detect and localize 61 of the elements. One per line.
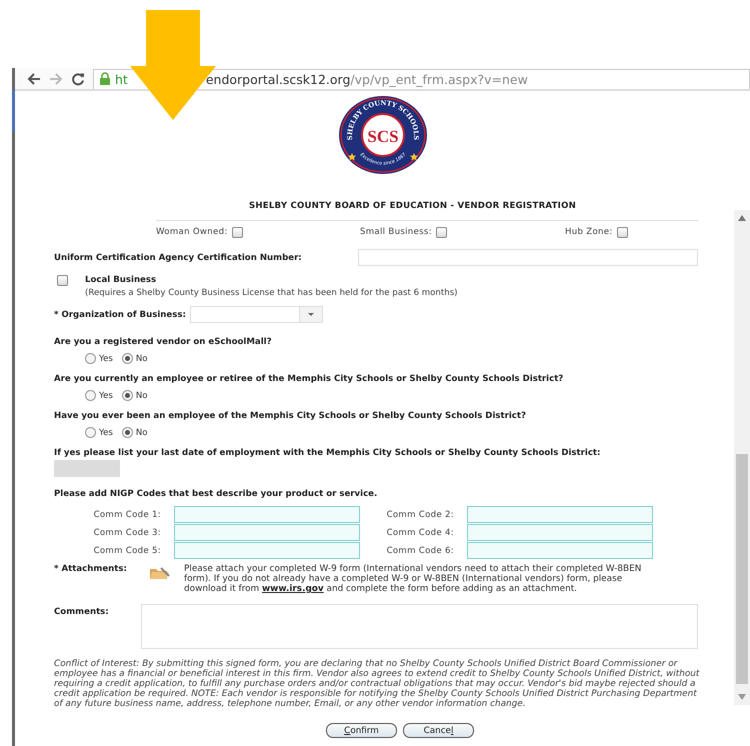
instruction-text: Please attach your completed W-9 form (International vendors need to attach their completed W-8BEN form). If you do not already have a completed W-9 or W-8BEN (International vendors) form, please download it from www.irs.gov and complete the form before adding as an attachment. [184, 564, 642, 594]
form-button[interactable]: Cancel [403, 723, 474, 738]
section-heading: Please add NIGP Codes that best describe your product or service. [54, 489, 378, 499]
comments-field[interactable] [141, 604, 698, 649]
radio-button[interactable] [122, 390, 133, 401]
link[interactable]: www.irs.gov [262, 584, 324, 594]
field-label: Comm Code 6: [386, 546, 455, 556]
address-bar[interactable]: ht endorportal.scsk12.org/vp/vp_ent_frm.aspx?v=new [93, 68, 750, 88]
checkbox-label: Small Business: [360, 227, 432, 237]
radio-button[interactable] [85, 427, 96, 438]
radio-button[interactable] [122, 353, 133, 364]
radio-label: Yes [99, 390, 113, 400]
text-field[interactable] [467, 506, 653, 523]
scroll-thumb[interactable] [736, 454, 748, 684]
field-label: If yes please list your last date of employment with the Memphis City Schools or Shelby County Schools District: [54, 448, 602, 458]
checkbox[interactable] [436, 226, 447, 238]
radio-label: Yes [99, 354, 113, 364]
field-label: Comm Code 5: [92, 546, 162, 556]
caret-icon [308, 313, 314, 316]
question-text: Are you a registered vendor on eSchoolMall? [54, 337, 273, 347]
radio-label: Yes [99, 428, 113, 438]
text-field[interactable] [174, 542, 360, 559]
scroll-up-icon [738, 215, 746, 221]
disclaimer-text: Conflict of Interest: By submitting this signed form, you are declaring that no Shelby County Schools Unified District Board Commissioner or employee has a financial or beneficial interest in this firm. Vendor also agrees to extend credit to Shelby County Schools Unified District, without requiring a credit application, to fulfill any purchase orders and/or contractual obligations that may occur. Vendor's bid maybe rejected should a credit application be required. NOTE: Each vendor is responsible for notifying the Shelby County Schools Unified District Purchasing Department of any future business name, address, telephone number, Email, or any other vendor information change. [54, 659, 700, 709]
form-button[interactable]: Confirm [326, 723, 397, 738]
note-text: (Requires a Shelby County Business License that has been held for the past 6 months) [85, 288, 458, 298]
scrollbar[interactable] [734, 210, 750, 705]
field-label: Comm Code 1: [92, 510, 162, 520]
field-label: * Organization of Business: [54, 310, 186, 320]
radio-button[interactable] [122, 427, 133, 438]
checkbox-label: Woman Owned: [156, 227, 228, 237]
field-label: Comments: [54, 606, 110, 619]
radio-label: No [136, 390, 148, 400]
text-field[interactable] [174, 506, 360, 523]
question-text: Are you currently an employee or retiree of the Memphis City Schools or Shelby County Schools District? [54, 374, 564, 384]
field-label: Comm Code 3: [92, 528, 162, 538]
radio-label: No [136, 428, 148, 438]
checkbox[interactable] [232, 226, 243, 238]
checkbox-label: Local Business [85, 275, 158, 285]
question-text: Have you ever been an employee of the Memphis City Schools or Shelby County Schools District? [54, 411, 527, 421]
text-field[interactable] [467, 524, 653, 541]
field-label: Uniform Certification Agency Certification Number: [54, 252, 303, 262]
text-field[interactable] [467, 542, 653, 559]
checkbox[interactable] [616, 226, 628, 238]
radio-button[interactable] [85, 390, 96, 401]
reload-icon[interactable] [71, 72, 85, 86]
text-field[interactable] [174, 524, 360, 541]
lock-icon [98, 72, 112, 86]
checkbox[interactable] [57, 275, 68, 286]
checkbox-label: Hub Zone: [565, 227, 613, 237]
form-title: SHELBY COUNTY BOARD OF EDUCATION - VENDOR REGISTRATION [248, 201, 576, 211]
forward-icon[interactable] [49, 72, 63, 86]
field-label: Comm Code 4: [386, 528, 455, 538]
text-field[interactable] [358, 249, 698, 266]
scroll-down-icon [738, 694, 746, 700]
field-label: Comm Code 2: [386, 510, 455, 520]
folder-icon[interactable] [149, 565, 171, 579]
radio-label: No [136, 354, 148, 364]
field-label: * Attachments: [54, 564, 128, 576]
back-icon[interactable] [27, 72, 41, 86]
radio-button[interactable] [85, 353, 96, 364]
